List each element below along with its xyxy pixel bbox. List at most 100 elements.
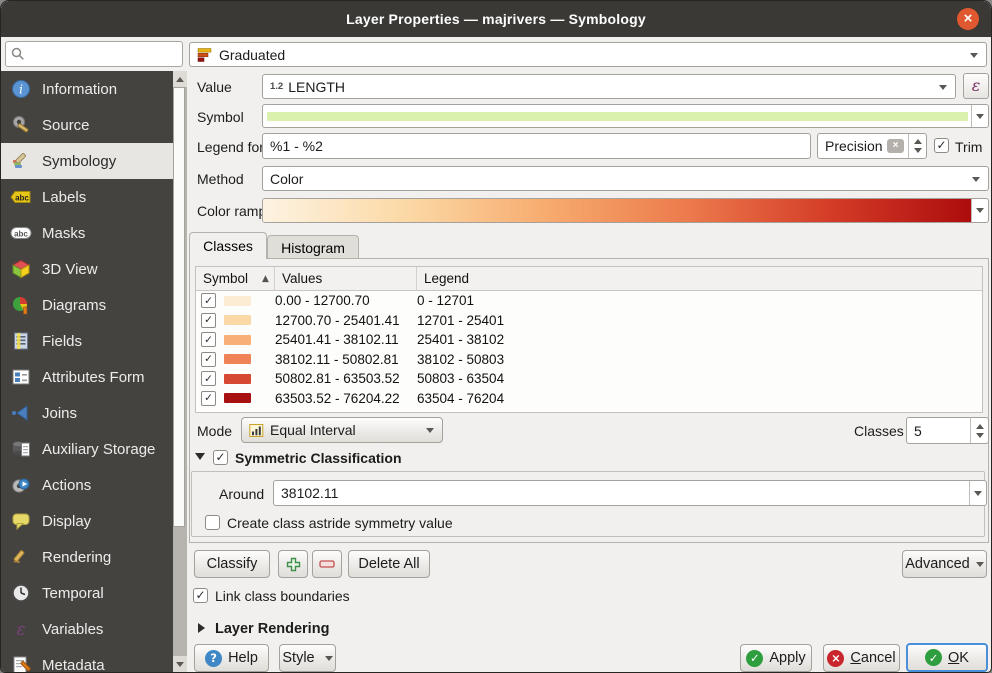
labels-icon: abc (10, 186, 32, 208)
class-checkbox[interactable]: ✓ (201, 313, 216, 328)
sidebar-item-variables[interactable]: ε Variables (1, 611, 173, 647)
link-boundaries-checkbox[interactable]: ✓ (193, 588, 208, 603)
cancel-button[interactable]: × Cancel (823, 644, 900, 672)
class-legend[interactable]: 63504 - 76204 (417, 391, 504, 406)
column-header-symbol[interactable]: Symbol ▲ (196, 267, 275, 290)
cancel-x-icon: × (827, 650, 844, 667)
table-row[interactable]: ✓ 12700.70 - 25401.41 12701 - 25401 (196, 311, 982, 331)
legend-format-input[interactable]: %1 - %2 (262, 133, 811, 159)
sidebar-item-display[interactable]: Display (1, 503, 173, 539)
chevron-down-icon (971, 199, 988, 222)
table-row[interactable]: ✓ 0.00 - 12700.70 0 - 12701 (196, 291, 982, 311)
class-checkbox[interactable]: ✓ (201, 332, 216, 347)
sidebar-search-input[interactable] (5, 41, 183, 67)
sidebar-item-fields[interactable]: Fields (1, 323, 173, 359)
actions-icon (10, 474, 32, 496)
precision-spinbox[interactable]: Precision × (817, 133, 927, 159)
column-header-values[interactable]: Values (275, 267, 417, 290)
class-checkbox[interactable]: ✓ (201, 352, 216, 367)
remove-class-button[interactable] (312, 550, 342, 578)
class-swatch[interactable] (224, 393, 251, 403)
class-checkbox[interactable]: ✓ (201, 391, 216, 406)
ok-button[interactable]: ✓ OK (906, 643, 988, 672)
precision-spin-buttons[interactable] (908, 134, 926, 158)
around-label: Around (219, 486, 264, 502)
sort-ascending-icon: ▲ (262, 274, 269, 284)
scroll-up-icon[interactable] (173, 71, 187, 87)
mode-value: Equal Interval (270, 422, 356, 438)
chevron-down-icon (970, 53, 978, 58)
symbol-preview-button[interactable] (262, 104, 989, 128)
titlebar[interactable]: Layer Properties — majrivers — Symbology… (1, 1, 991, 37)
svg-text:i: i (19, 83, 23, 97)
class-legend[interactable]: 50803 - 63504 (417, 371, 504, 386)
astride-checkbox[interactable] (205, 515, 220, 530)
column-header-legend[interactable]: Legend (417, 267, 982, 290)
trim-label: Trim (955, 139, 982, 155)
apply-button[interactable]: ✓ Apply (740, 644, 812, 672)
color-ramp-button[interactable] (262, 198, 989, 223)
class-swatch[interactable] (224, 315, 251, 325)
method-combobox[interactable]: Color (262, 166, 989, 191)
renderer-value: Graduated (219, 47, 285, 63)
close-button[interactable]: × (957, 8, 979, 30)
class-swatch[interactable] (224, 354, 251, 364)
class-swatch[interactable] (224, 296, 251, 306)
classes-table-header[interactable]: Symbol ▲ Values Legend (196, 267, 982, 291)
sidebar-item-information[interactable]: i Information (1, 71, 173, 107)
sidebar-item-3d-view[interactable]: 3D View (1, 251, 173, 287)
symmetric-checkbox[interactable]: ✓ (213, 450, 228, 465)
collapse-arrow-icon[interactable] (195, 453, 205, 460)
sidebar-item-labels[interactable]: abc Labels (1, 179, 173, 215)
expression-builder-button[interactable]: ε (963, 73, 989, 99)
sidebar-scrollbar[interactable] (173, 71, 187, 672)
ok-check-icon: ✓ (925, 649, 942, 666)
mode-combobox[interactable]: Equal Interval (241, 417, 443, 443)
class-legend[interactable]: 0 - 12701 (417, 293, 474, 308)
table-row[interactable]: ✓ 25401.41 - 38102.11 25401 - 38102 (196, 330, 982, 350)
layer-rendering-label[interactable]: Layer Rendering (215, 621, 329, 637)
renderer-combobox[interactable]: Graduated (189, 42, 987, 67)
clear-icon[interactable]: × (887, 139, 904, 153)
classify-button[interactable]: Classify (194, 550, 270, 578)
classes-spinbox[interactable]: 5 (906, 417, 989, 444)
class-legend[interactable]: 12701 - 25401 (417, 313, 504, 328)
sidebar-item-source[interactable]: Source (1, 107, 173, 143)
classes-table[interactable]: Symbol ▲ Values Legend ✓ 0.00 - 12700.70… (195, 266, 983, 413)
class-legend[interactable]: 38102 - 50803 (417, 352, 504, 367)
sidebar-item-diagrams[interactable]: Diagrams (1, 287, 173, 323)
table-row[interactable]: ✓ 63503.52 - 76204.22 63504 - 76204 (196, 389, 982, 409)
sidebar-item-temporal[interactable]: Temporal (1, 575, 173, 611)
add-class-button[interactable] (278, 550, 308, 578)
class-swatch[interactable] (224, 335, 251, 345)
trim-checkbox[interactable]: ✓ (934, 138, 949, 153)
sidebar-item-attributes-form[interactable]: Attributes Form (1, 359, 173, 395)
scroll-down-icon[interactable] (173, 656, 187, 672)
class-checkbox[interactable]: ✓ (201, 293, 216, 308)
scrollbar-thumb[interactable] (173, 87, 185, 527)
expand-arrow-icon[interactable] (198, 623, 205, 633)
table-row[interactable]: ✓ 38102.11 - 50802.81 38102 - 50803 (196, 350, 982, 370)
sidebar-item-metadata[interactable]: Metadata (1, 647, 173, 672)
masks-icon: abc (10, 222, 32, 244)
sidebar-item-symbology[interactable]: Symbology (1, 143, 173, 179)
advanced-button[interactable]: Advanced (902, 550, 987, 578)
equal-interval-icon (249, 423, 264, 438)
sidebar-item-actions[interactable]: Actions (1, 467, 173, 503)
sidebar-item-auxiliary-storage[interactable]: Auxiliary Storage (1, 431, 173, 467)
tab-classes[interactable]: Classes (189, 232, 267, 259)
value-combobox[interactable]: 1.2 LENGTH (262, 74, 956, 99)
help-button[interactable]: ? Help (194, 644, 269, 672)
table-row[interactable]: ✓ 50802.81 - 63503.52 50803 - 63504 (196, 369, 982, 389)
class-legend[interactable]: 25401 - 38102 (417, 332, 504, 347)
sidebar-item-rendering[interactable]: Rendering (1, 539, 173, 575)
delete-all-button[interactable]: Delete All (348, 550, 430, 578)
classes-spin-buttons[interactable] (970, 418, 988, 443)
class-swatch[interactable] (224, 374, 251, 384)
sidebar-item-joins[interactable]: Joins (1, 395, 173, 431)
tab-histogram[interactable]: Histogram (267, 235, 359, 259)
class-checkbox[interactable]: ✓ (201, 371, 216, 386)
sidebar-item-masks[interactable]: abc Masks (1, 215, 173, 251)
around-combobox[interactable]: 38102.11 (273, 480, 987, 506)
style-button[interactable]: Style (279, 644, 336, 672)
